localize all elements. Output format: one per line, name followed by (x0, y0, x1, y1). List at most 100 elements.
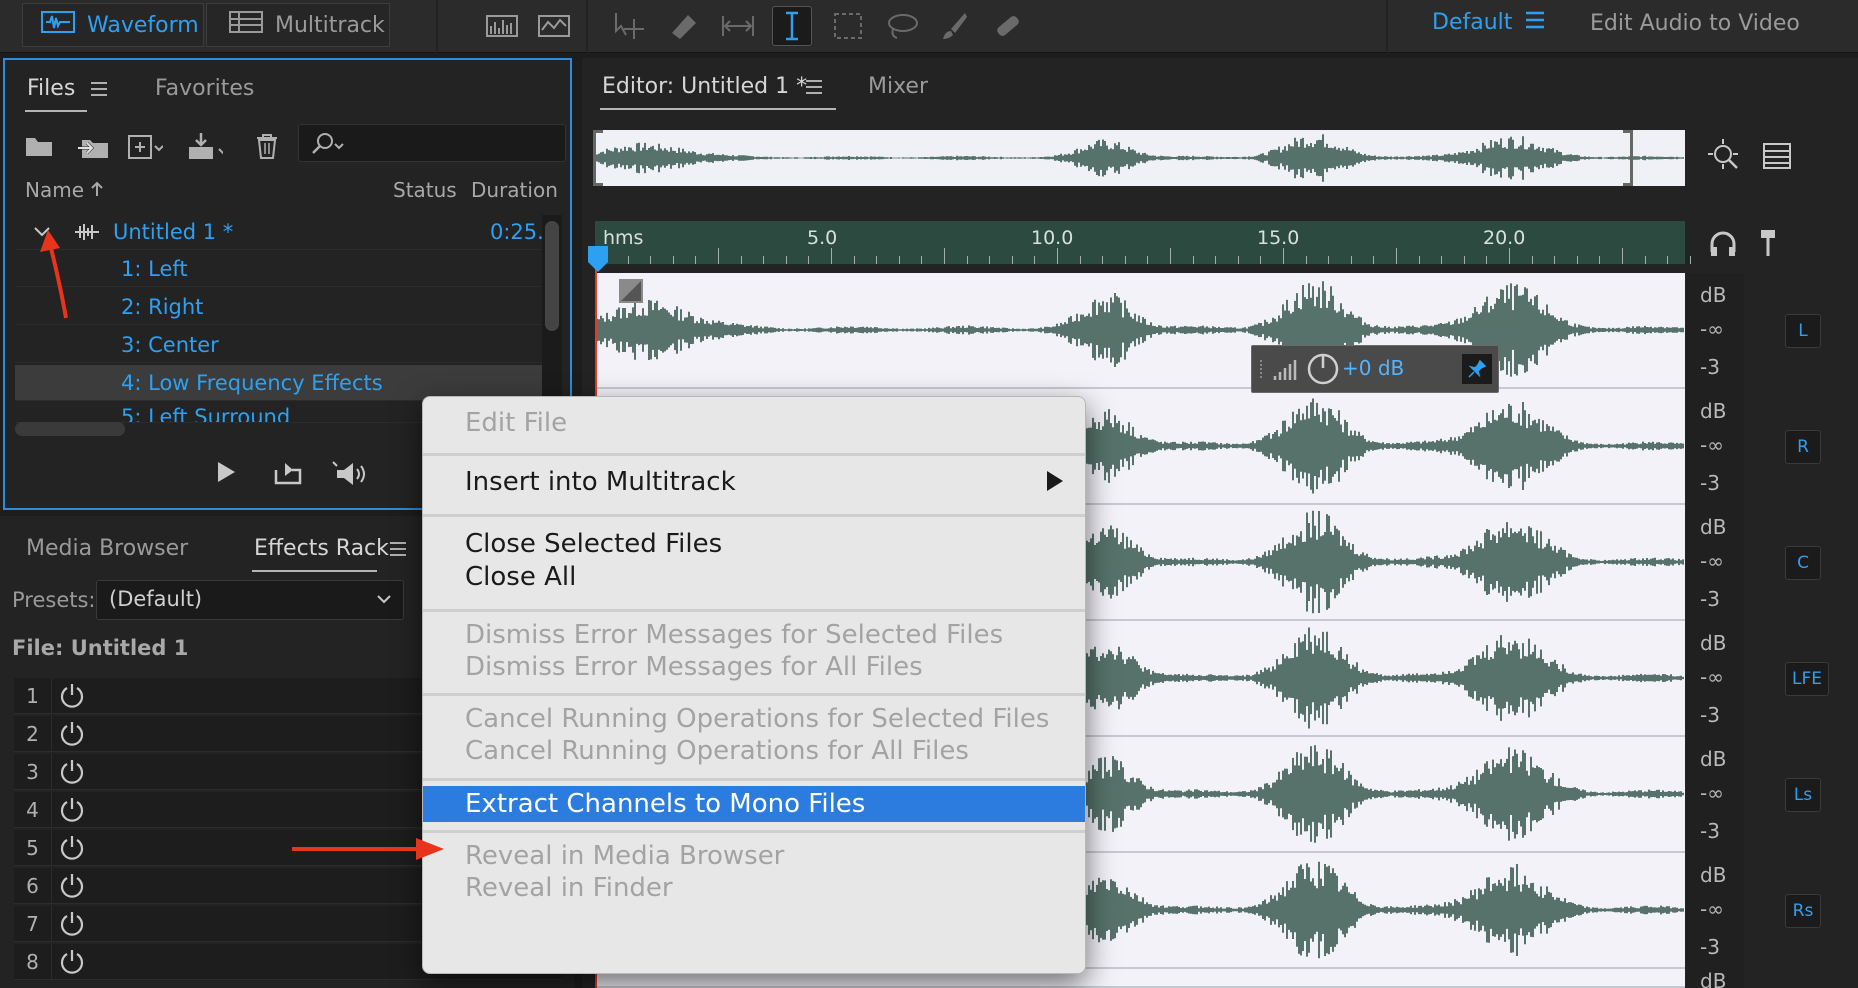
presets-dropdown[interactable]: (Default) (96, 580, 404, 620)
multitrack-label: Multitrack (275, 12, 385, 38)
slip-tool-button[interactable] (718, 6, 758, 46)
ruler-tick (1283, 248, 1284, 264)
power-icon[interactable] (58, 948, 86, 976)
column-header-duration[interactable]: Duration (471, 178, 558, 202)
pin-hud-button[interactable] (1462, 354, 1492, 384)
tab-media-browser[interactable]: Media Browser (26, 536, 188, 561)
marker-pin-icon[interactable] (1758, 228, 1778, 262)
insert-into-multitrack-button[interactable] (187, 130, 223, 162)
db-scale: dB -∞ -3 (1686, 853, 1744, 969)
spectral-pitch-icon (538, 15, 570, 37)
files-panel-menu-icon[interactable] (89, 80, 109, 102)
marquee-tool-button[interactable] (828, 6, 868, 46)
tab-favorites[interactable]: Favorites (155, 76, 254, 101)
spectral-frequency-button[interactable] (482, 6, 522, 46)
files-horizontal-scrollbar[interactable] (15, 422, 125, 436)
zoom-to-selection-icon[interactable] (1707, 138, 1743, 178)
menu-item-close-all[interactable]: Close All (423, 559, 1085, 595)
db-scale: dB (1686, 969, 1744, 988)
brush-tool-button[interactable] (934, 6, 974, 46)
files-search-input[interactable] (298, 124, 566, 162)
tab-effects-rack[interactable]: Effects Rack (254, 536, 389, 561)
slot-number: 7 (14, 906, 52, 941)
grip-icon (1260, 360, 1262, 380)
channel-label: 5: Left Surround (121, 405, 291, 423)
column-header-status[interactable]: Status (393, 178, 457, 202)
channel-badge-ls[interactable]: Ls (1785, 778, 1821, 812)
overview-waveform[interactable] (592, 130, 1685, 186)
menu-separator (423, 609, 1085, 612)
track-list-icon[interactable] (1762, 142, 1792, 174)
overview-range-start-handle[interactable] (593, 130, 603, 186)
waveform-view-button[interactable]: Waveform (22, 3, 204, 47)
waveform-path (592, 134, 1684, 182)
editor-panel-menu-icon[interactable] (804, 78, 824, 100)
scrollbar-thumb[interactable] (545, 221, 559, 331)
playhead-marker[interactable] (586, 244, 610, 278)
files-vertical-scrollbar[interactable] (542, 215, 562, 400)
workspace-default[interactable]: Default (1432, 10, 1512, 35)
toolbar-divider (436, 0, 438, 53)
power-icon[interactable] (58, 758, 86, 786)
power-icon[interactable] (58, 682, 86, 710)
loop-button[interactable] (273, 460, 303, 490)
move-tool-button[interactable] (610, 6, 650, 46)
column-header-name[interactable]: Name (25, 178, 104, 202)
play-button[interactable] (215, 460, 237, 488)
volume-knob-icon[interactable] (1306, 352, 1340, 386)
power-icon[interactable] (58, 796, 86, 824)
tab-mixer[interactable]: Mixer (868, 74, 928, 99)
multitrack-icon (229, 10, 263, 40)
power-icon[interactable] (58, 720, 86, 748)
ruler-tick (1463, 256, 1465, 264)
file-name: Untitled 1 * (113, 219, 234, 244)
menu-item-close-selected-files[interactable]: Close Selected Files (423, 526, 1085, 562)
razor-tool-button[interactable] (664, 6, 704, 46)
headphones-icon[interactable] (1708, 230, 1738, 262)
menu-item-insert-into-multitrack[interactable]: Insert into Multitrack (423, 464, 1085, 500)
import-file-button[interactable] (75, 130, 111, 162)
multitrack-view-button[interactable]: Multitrack (206, 3, 390, 47)
autoplay-button[interactable] (329, 460, 373, 492)
channel-badge-rs[interactable]: Rs (1785, 894, 1821, 928)
menu-separator (423, 693, 1085, 696)
channel-row[interactable]: 2: Right (15, 289, 545, 325)
channel-badge-c[interactable]: C (1785, 546, 1821, 580)
ruler-tick (1441, 256, 1443, 264)
spectral-pitch-button[interactable] (534, 6, 574, 46)
time-selection-tool-button[interactable] (772, 6, 812, 46)
delete-file-button[interactable] (249, 130, 285, 162)
overview-range-end-handle[interactable] (1623, 130, 1633, 186)
ruler-tick (1554, 256, 1556, 264)
power-icon[interactable] (58, 872, 86, 900)
waveform-channel-l[interactable] (597, 273, 1685, 389)
channel-label: 3: Center (121, 332, 219, 357)
fade-in-handle[interactable] (618, 278, 644, 308)
new-file-button[interactable] (127, 130, 163, 162)
tab-files[interactable]: Files (27, 76, 75, 101)
lasso-tool-button[interactable] (882, 6, 922, 46)
channel-badge-lfe[interactable]: LFE (1785, 662, 1829, 696)
power-icon[interactable] (58, 910, 86, 938)
channel-row[interactable]: 1: Left (15, 251, 545, 287)
ruler-tick (1486, 256, 1488, 264)
channel-badge-l[interactable]: L (1785, 314, 1821, 348)
tab-editor[interactable]: Editor: Untitled 1 * (602, 74, 807, 99)
file-row-untitled[interactable]: Untitled 1 * 0:25.4 (15, 214, 557, 250)
time-ruler[interactable]: hms 5.0 10.0 15.0 20.0 (595, 221, 1691, 265)
spot-healing-button[interactable] (988, 6, 1028, 46)
menu-item-edit-file: Edit File (465, 408, 568, 438)
workspace-menu-icon[interactable] (1524, 10, 1546, 34)
ruler-tick (898, 256, 900, 264)
ruler-tick (1328, 256, 1330, 264)
power-icon[interactable] (58, 834, 86, 862)
menu-item-extract-channels-to-mono[interactable]: Extract Channels to Mono Files (423, 786, 1085, 822)
volume-hud[interactable]: +0 dB (1251, 345, 1499, 393)
channel-row[interactable]: 3: Center (15, 327, 545, 363)
workspace-edit-audio-to-video[interactable]: Edit Audio to Video (1590, 11, 1800, 36)
effects-panel-menu-icon[interactable] (388, 540, 408, 562)
channel-badge-r[interactable]: R (1785, 430, 1821, 464)
new-file-icon (128, 135, 163, 159)
sort-ascending-icon (91, 181, 104, 196)
open-file-button[interactable] (21, 130, 57, 162)
